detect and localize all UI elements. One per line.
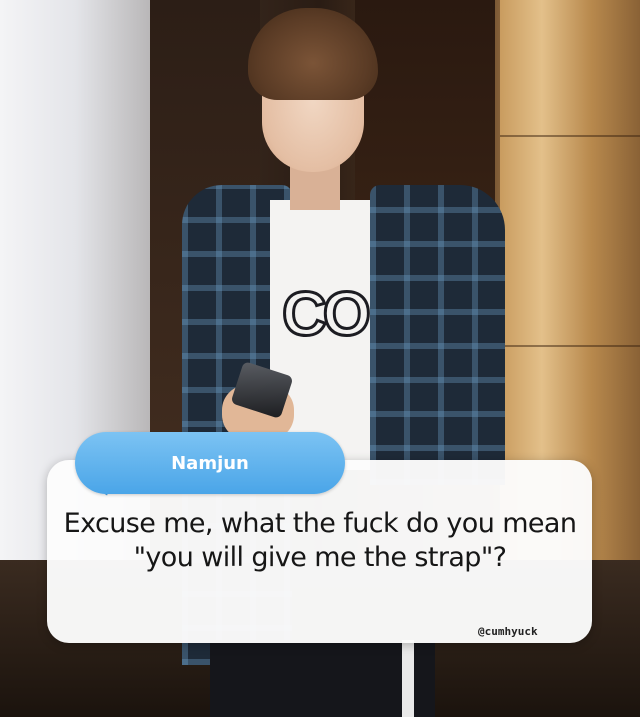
shirt-print: CO	[281, 279, 373, 351]
hair	[248, 8, 378, 100]
dialog-line: Excuse me, what the fuck do you mean "yo…	[63, 508, 577, 573]
watermark: @cumhyuck	[478, 625, 538, 638]
plaid-jacket-right	[370, 185, 505, 485]
pants-stripe	[402, 640, 414, 717]
speaker-name: Namjun	[171, 452, 249, 474]
